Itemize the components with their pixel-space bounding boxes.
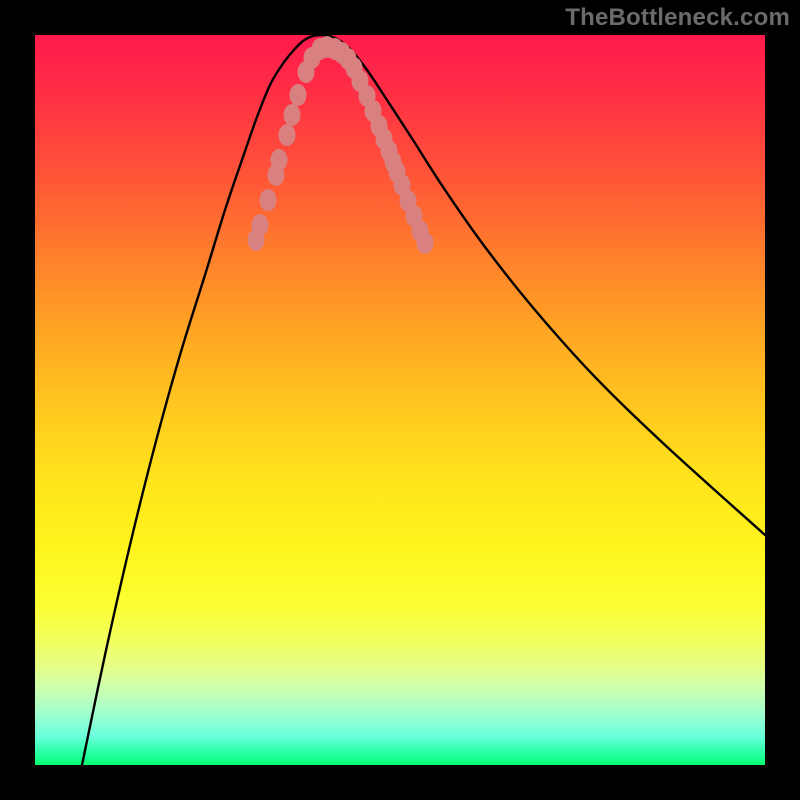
curve-layer (35, 35, 765, 765)
chart-frame: TheBottleneck.com (0, 0, 800, 800)
data-marker (260, 189, 277, 211)
data-marker (279, 124, 296, 146)
data-marker (284, 104, 301, 126)
watermark-text: TheBottleneck.com (565, 4, 790, 32)
plot-area (35, 35, 765, 765)
data-marker (417, 232, 434, 254)
data-marker (271, 149, 288, 171)
right-curve (323, 35, 765, 535)
data-marker (290, 84, 307, 106)
data-marker (252, 214, 269, 236)
